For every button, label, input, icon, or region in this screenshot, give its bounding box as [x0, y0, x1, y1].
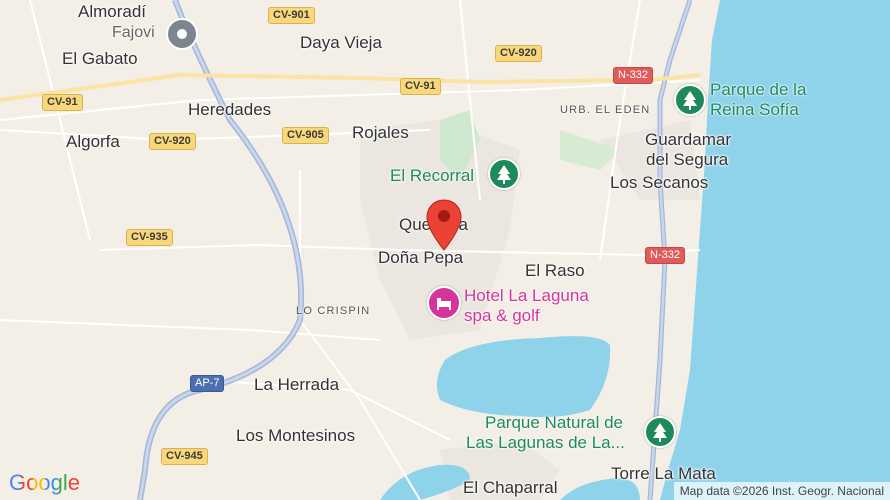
road-shield-cv945: CV-945: [161, 448, 208, 465]
road-shield-cv91-center: CV-91: [400, 78, 441, 95]
district-urb-el-eden: URB. EL EDEN: [560, 104, 651, 116]
tree-icon[interactable]: [674, 84, 706, 116]
place-daya-vieja[interactable]: Daya Vieja: [300, 34, 382, 51]
google-logo-text: Google: [9, 470, 80, 495]
road-shield-n332-right: N-332: [645, 247, 685, 264]
park-el-recorral[interactable]: El Recorral: [390, 166, 474, 186]
place-el-gabato[interactable]: El Gabato: [62, 50, 138, 67]
place-algorfa[interactable]: Algorfa: [66, 133, 120, 150]
place-rojales[interactable]: Rojales: [352, 124, 409, 141]
road-shield-n332-top: N-332: [613, 67, 653, 84]
road-shield-cv920-top: CV-920: [495, 45, 542, 62]
place-el-raso[interactable]: El Raso: [525, 262, 585, 279]
place-los-montesinos[interactable]: Los Montesinos: [236, 427, 355, 444]
place-del-segura[interactable]: del Segura: [646, 151, 728, 168]
bed-icon[interactable]: [427, 286, 461, 320]
park-lagunas-line1[interactable]: Parque Natural de: [485, 413, 623, 433]
grey-place-pin-icon[interactable]: [165, 17, 199, 51]
road-shield-cv920-left: CV-920: [149, 133, 196, 150]
poi-fajovi[interactable]: Fajovi: [112, 24, 155, 42]
district-lo-crispin: LO CRISPIN: [296, 305, 371, 317]
poi-hotel-line1[interactable]: Hotel La Laguna: [464, 286, 589, 306]
place-dona-pepa[interactable]: Doña Pepa: [378, 249, 463, 266]
park-reina-sofia-line1[interactable]: Parque de la: [710, 80, 806, 100]
park-reina-sofia-line2[interactable]: Reina Sofía: [710, 100, 799, 120]
road-shield-ap7: AP-7: [190, 375, 225, 392]
road-shield-cv901: CV-901: [268, 7, 315, 24]
google-logo: Google: [9, 472, 80, 494]
place-heredades[interactable]: Heredades: [188, 101, 271, 118]
place-los-secanos[interactable]: Los Secanos: [610, 174, 708, 191]
road-shield-cv935: CV-935: [126, 229, 173, 246]
place-almoradi[interactable]: Almoradí: [78, 3, 146, 20]
tree-icon[interactable]: [644, 416, 676, 448]
road-shield-cv91-left: CV-91: [42, 94, 83, 111]
map-attribution[interactable]: Map data ©2026 Inst. Geogr. Nacional: [673, 482, 890, 500]
tree-icon[interactable]: [488, 158, 520, 190]
location-pin-icon[interactable]: [426, 199, 462, 251]
park-lagunas-line2[interactable]: Las Lagunas de La...: [466, 433, 625, 453]
place-guardamar[interactable]: Guardamar: [645, 131, 731, 148]
map-canvas[interactable]: Fajovi Almoradí El Gabato Daya Vieja Her…: [0, 0, 890, 500]
place-la-herrada[interactable]: La Herrada: [254, 376, 339, 393]
poi-hotel-line2[interactable]: spa & golf: [464, 306, 540, 326]
place-el-chaparral[interactable]: El Chaparral: [463, 479, 558, 496]
road-shield-cv905: CV-905: [282, 127, 329, 144]
place-torre-la-mata[interactable]: Torre La Mata: [611, 465, 716, 482]
